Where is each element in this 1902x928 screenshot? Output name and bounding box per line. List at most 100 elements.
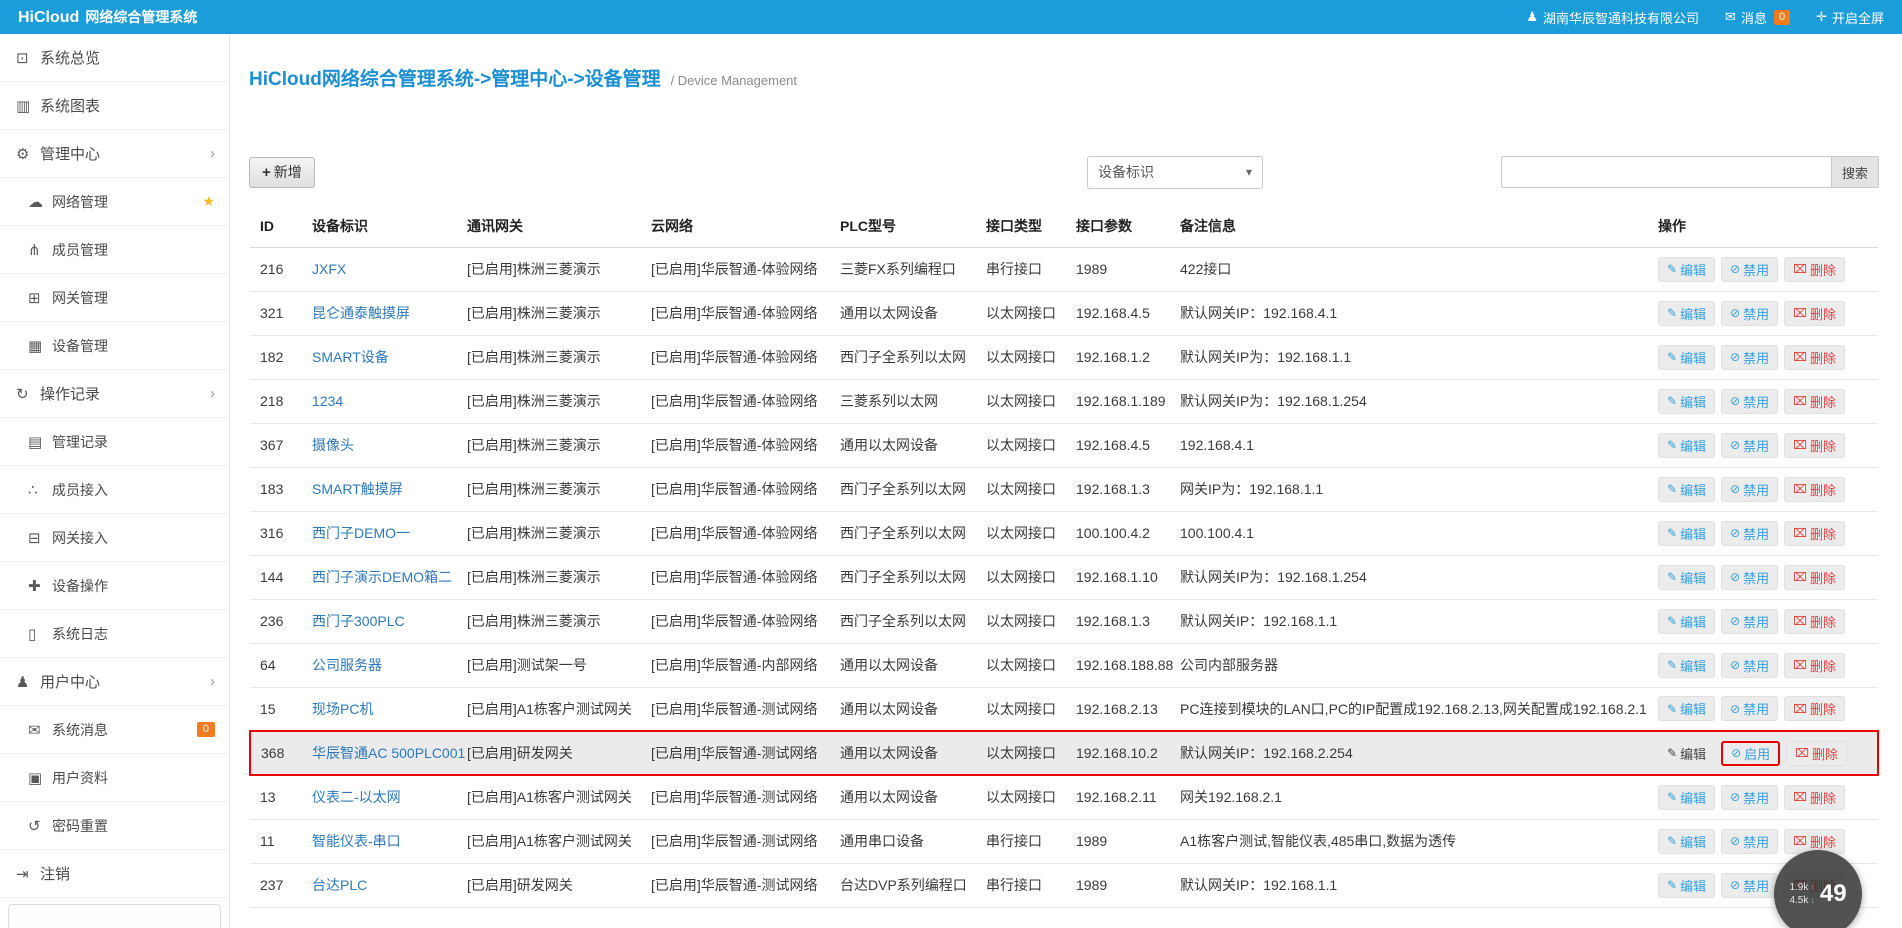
edit-button[interactable]: ✎ 编辑 (1658, 476, 1716, 502)
cell-param: 192.168.188.88 (1076, 643, 1180, 688)
disable-button[interactable]: ⊘ 禁用 (1721, 608, 1779, 634)
delete-button[interactable]: ⌧删除 (1784, 476, 1845, 502)
sidebar-item-label: 管理记录 (52, 433, 108, 450)
search-button[interactable]: 搜索 (1831, 156, 1879, 188)
disable-button[interactable]: ⊘ 禁用 (1721, 696, 1779, 722)
sidebar-item-overview[interactable]: ⊡ 系统总览 (0, 34, 229, 82)
delete-button[interactable]: ⌧删除 (1784, 388, 1845, 414)
edit-icon: ✎ (1667, 658, 1678, 672)
op-button-label: 禁用 (1743, 482, 1770, 498)
cell-gateway: [已启用]测试架一号 (467, 643, 651, 688)
disable-button[interactable]: ⊘ 禁用 (1721, 432, 1779, 458)
sidebar-item-user-profile[interactable]: ▣ 用户资料 (0, 754, 229, 802)
disable-button[interactable]: ⊘ 禁用 (1721, 652, 1779, 678)
device-link[interactable]: 华辰智通AC 500PLC001 (312, 745, 465, 761)
disable-button[interactable]: ⊘ 禁用 (1721, 828, 1779, 854)
edit-button[interactable]: ✎ 编辑 (1658, 828, 1716, 854)
disable-button[interactable]: ⊘ 禁用 (1721, 476, 1779, 502)
sidebar-item-system-logs[interactable]: ▯ 系统日志 (0, 610, 229, 658)
sidebar-item-user-center[interactable]: ♟ 用户中心 › (0, 658, 229, 706)
messages-link[interactable]: ✉ 消息 0 (1725, 8, 1791, 27)
disable-button[interactable]: ⊘ 禁用 (1721, 784, 1779, 810)
disable-button[interactable]: ⊘ 禁用 (1721, 344, 1779, 370)
fullscreen-button[interactable]: ✛ 开启全屏 (1816, 8, 1884, 27)
disable-button[interactable]: ⊘ 禁用 (1721, 872, 1779, 898)
device-link[interactable]: 西门子演示DEMO箱二 (312, 569, 452, 585)
delete-button[interactable]: ⌧删除 (1784, 652, 1845, 678)
cell-gateway: [已启用]株洲三菱演示 (467, 467, 651, 512)
edit-button[interactable]: ✎ 编辑 (1658, 608, 1716, 634)
delete-button[interactable]: ⌧删除 (1784, 256, 1845, 282)
delete-button[interactable]: ⌧删除 (1784, 344, 1845, 370)
add-button[interactable]: + 新增 (249, 156, 315, 188)
cell-gateway: [已启用]株洲三菱演示 (467, 511, 651, 556)
sidebar-item-logout[interactable]: ⇥ 注销 (0, 850, 229, 898)
edit-button[interactable]: ✎ 编辑 (1658, 344, 1716, 370)
sidebar-item-gateway-access[interactable]: ⊟ 网关接入 (0, 514, 229, 562)
sidebar-item-label: 成员接入 (52, 481, 108, 498)
delete-button[interactable]: ⌧删除 (1786, 740, 1847, 766)
cell-cloud: [已启用]华辰智通-体验网络 (651, 335, 840, 380)
field-select[interactable]: 设备标识 ▾ (1087, 155, 1263, 189)
company-menu[interactable]: ♟ 湖南华辰智通科技有限公司 (1526, 8, 1699, 27)
delete-button[interactable]: ⌧删除 (1784, 432, 1845, 458)
device-link[interactable]: 智能仪表-串口 (312, 833, 401, 849)
device-link[interactable]: JXFX (312, 261, 346, 277)
delete-button[interactable]: ⌧删除 (1784, 784, 1845, 810)
disable-button[interactable]: ⊘ 禁用 (1721, 300, 1779, 326)
sidebar-item-system-messages[interactable]: ✉ 系统消息 0 (0, 706, 229, 754)
sidebar-item-device-operations[interactable]: ✚ 设备操作 (0, 562, 229, 610)
op-button-label: 禁用 (1743, 526, 1770, 542)
column-header: 接口类型 (986, 205, 1076, 248)
edit-button[interactable]: ✎ 编辑 (1658, 256, 1716, 282)
sidebar-item-device-management[interactable]: ▦ 设备管理 (0, 322, 229, 370)
delete-button[interactable]: ⌧删除 (1784, 300, 1845, 326)
sidebar-item-network-management[interactable]: ☁ 网络管理 ★ (0, 178, 229, 226)
edit-button[interactable]: ✎ 编辑 (1658, 520, 1716, 546)
delete-button[interactable]: ⌧删除 (1784, 564, 1845, 590)
cell-id: 13 (250, 775, 312, 820)
op-button-label: 编辑 (1680, 394, 1707, 410)
edit-button[interactable]: ✎ 编辑 (1658, 872, 1716, 898)
enable-button[interactable]: ⊘ 启用 (1721, 740, 1781, 766)
device-link[interactable]: 仪表二-以太网 (312, 789, 401, 805)
edit-button[interactable]: ✎ 编辑 (1658, 300, 1716, 326)
edit-button[interactable]: ✎ 编辑 (1658, 388, 1716, 414)
device-link[interactable]: 1234 (312, 393, 343, 409)
edit-button[interactable]: ✎ 编辑 (1658, 784, 1716, 810)
disable-button[interactable]: ⊘ 禁用 (1721, 564, 1779, 590)
edit-button[interactable]: ✎ 编辑 (1658, 741, 1715, 766)
edit-button[interactable]: ✎ 编辑 (1658, 564, 1716, 590)
sidebar-item-gateway-management[interactable]: ⊞ 网关管理 (0, 274, 229, 322)
device-link[interactable]: 西门子DEMO一 (312, 525, 410, 541)
disable-button[interactable]: ⊘ 禁用 (1721, 256, 1779, 282)
cell-cloud: [已启用]华辰智通-体验网络 (651, 599, 840, 644)
sidebar-item-management-records[interactable]: ▤ 管理记录 (0, 418, 229, 466)
device-link[interactable]: 现场PC机 (312, 701, 373, 717)
device-link[interactable]: 台达PLC (312, 877, 367, 893)
op-button-label: 删除 (1809, 702, 1836, 718)
device-link[interactable]: SMART设备 (312, 349, 389, 365)
delete-button[interactable]: ⌧删除 (1784, 520, 1845, 546)
delete-button[interactable]: ⌧删除 (1784, 608, 1845, 634)
sidebar-item-charts[interactable]: ▥ 系统图表 (0, 82, 229, 130)
disable-button[interactable]: ⊘ 禁用 (1721, 520, 1779, 546)
speed-monitor-widget[interactable]: 1.9k ↑ 4.5k ↓ 49 (1774, 850, 1862, 928)
edit-button[interactable]: ✎ 编辑 (1658, 696, 1716, 722)
sidebar-item-management-center[interactable]: ⚙ 管理中心 › (0, 130, 229, 178)
sidebar-item-operation-records[interactable]: ↻ 操作记录 › (0, 370, 229, 418)
delete-button[interactable]: ⌧删除 (1784, 696, 1845, 722)
device-link[interactable]: 摄像头 (312, 437, 354, 453)
device-link[interactable]: 西门子300PLC (312, 613, 405, 629)
sidebar-item-label: 用户中心 (40, 674, 101, 691)
sidebar-item-member-management[interactable]: ⋔ 成员管理 (0, 226, 229, 274)
sidebar-item-password-reset[interactable]: ↺ 密码重置 (0, 802, 229, 850)
edit-button[interactable]: ✎ 编辑 (1658, 652, 1716, 678)
device-link[interactable]: SMART触摸屏 (312, 481, 403, 497)
sidebar-item-member-access[interactable]: ∴ 成员接入 (0, 466, 229, 514)
disable-button[interactable]: ⊘ 禁用 (1721, 388, 1779, 414)
device-link[interactable]: 公司服务器 (312, 657, 382, 673)
search-input[interactable] (1501, 156, 1831, 188)
edit-button[interactable]: ✎ 编辑 (1658, 432, 1716, 458)
device-link[interactable]: 昆仑通泰触摸屏 (312, 305, 410, 321)
